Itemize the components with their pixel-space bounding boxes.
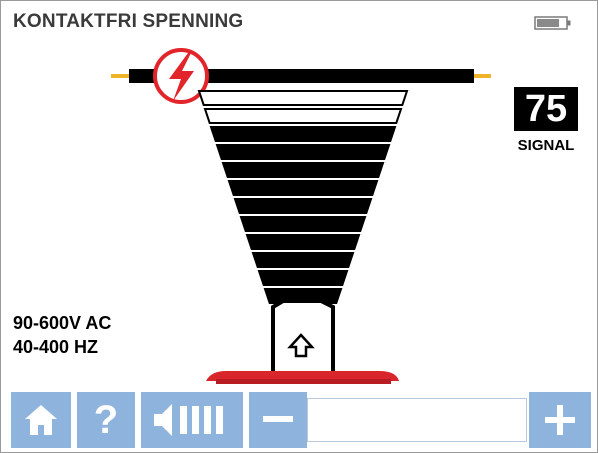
signal-bar [209, 126, 397, 142]
volume-slider[interactable] [307, 398, 527, 442]
volume-button[interactable] [141, 392, 243, 448]
home-icon [25, 405, 57, 435]
signal-bar [239, 216, 367, 232]
signal-bar [215, 144, 391, 160]
plus-icon [545, 405, 575, 435]
volume-down-button[interactable] [249, 392, 307, 448]
help-button[interactable]: ? [77, 392, 135, 448]
volume-up-button[interactable] [529, 392, 591, 448]
minus-icon [263, 416, 293, 422]
signal-bar [227, 180, 379, 196]
signal-bar [257, 270, 349, 286]
signal-label: SIGNAL [517, 137, 575, 154]
toolbar: ? [1, 392, 597, 452]
voltage-range: 90-600V AC [13, 313, 112, 333]
volume-icon [154, 404, 223, 436]
frequency-range: 40-400 HZ [13, 337, 99, 357]
signal-bar [251, 252, 355, 268]
probe-body [206, 299, 399, 384]
home-button[interactable] [11, 392, 71, 448]
signal-bar [221, 162, 385, 178]
signal-bar [233, 198, 373, 214]
signal-value: 75 [514, 87, 578, 131]
signal-meter [197, 90, 409, 304]
probe-illustration [111, 48, 491, 384]
signal-bar [203, 108, 403, 124]
signal-bar [245, 234, 361, 250]
signal-bar [197, 90, 409, 106]
help-icon: ? [93, 398, 119, 442]
tester-screen: KONTAKTFRI SPENNING 75 SIGNAL 90-600V AC… [0, 0, 598, 453]
